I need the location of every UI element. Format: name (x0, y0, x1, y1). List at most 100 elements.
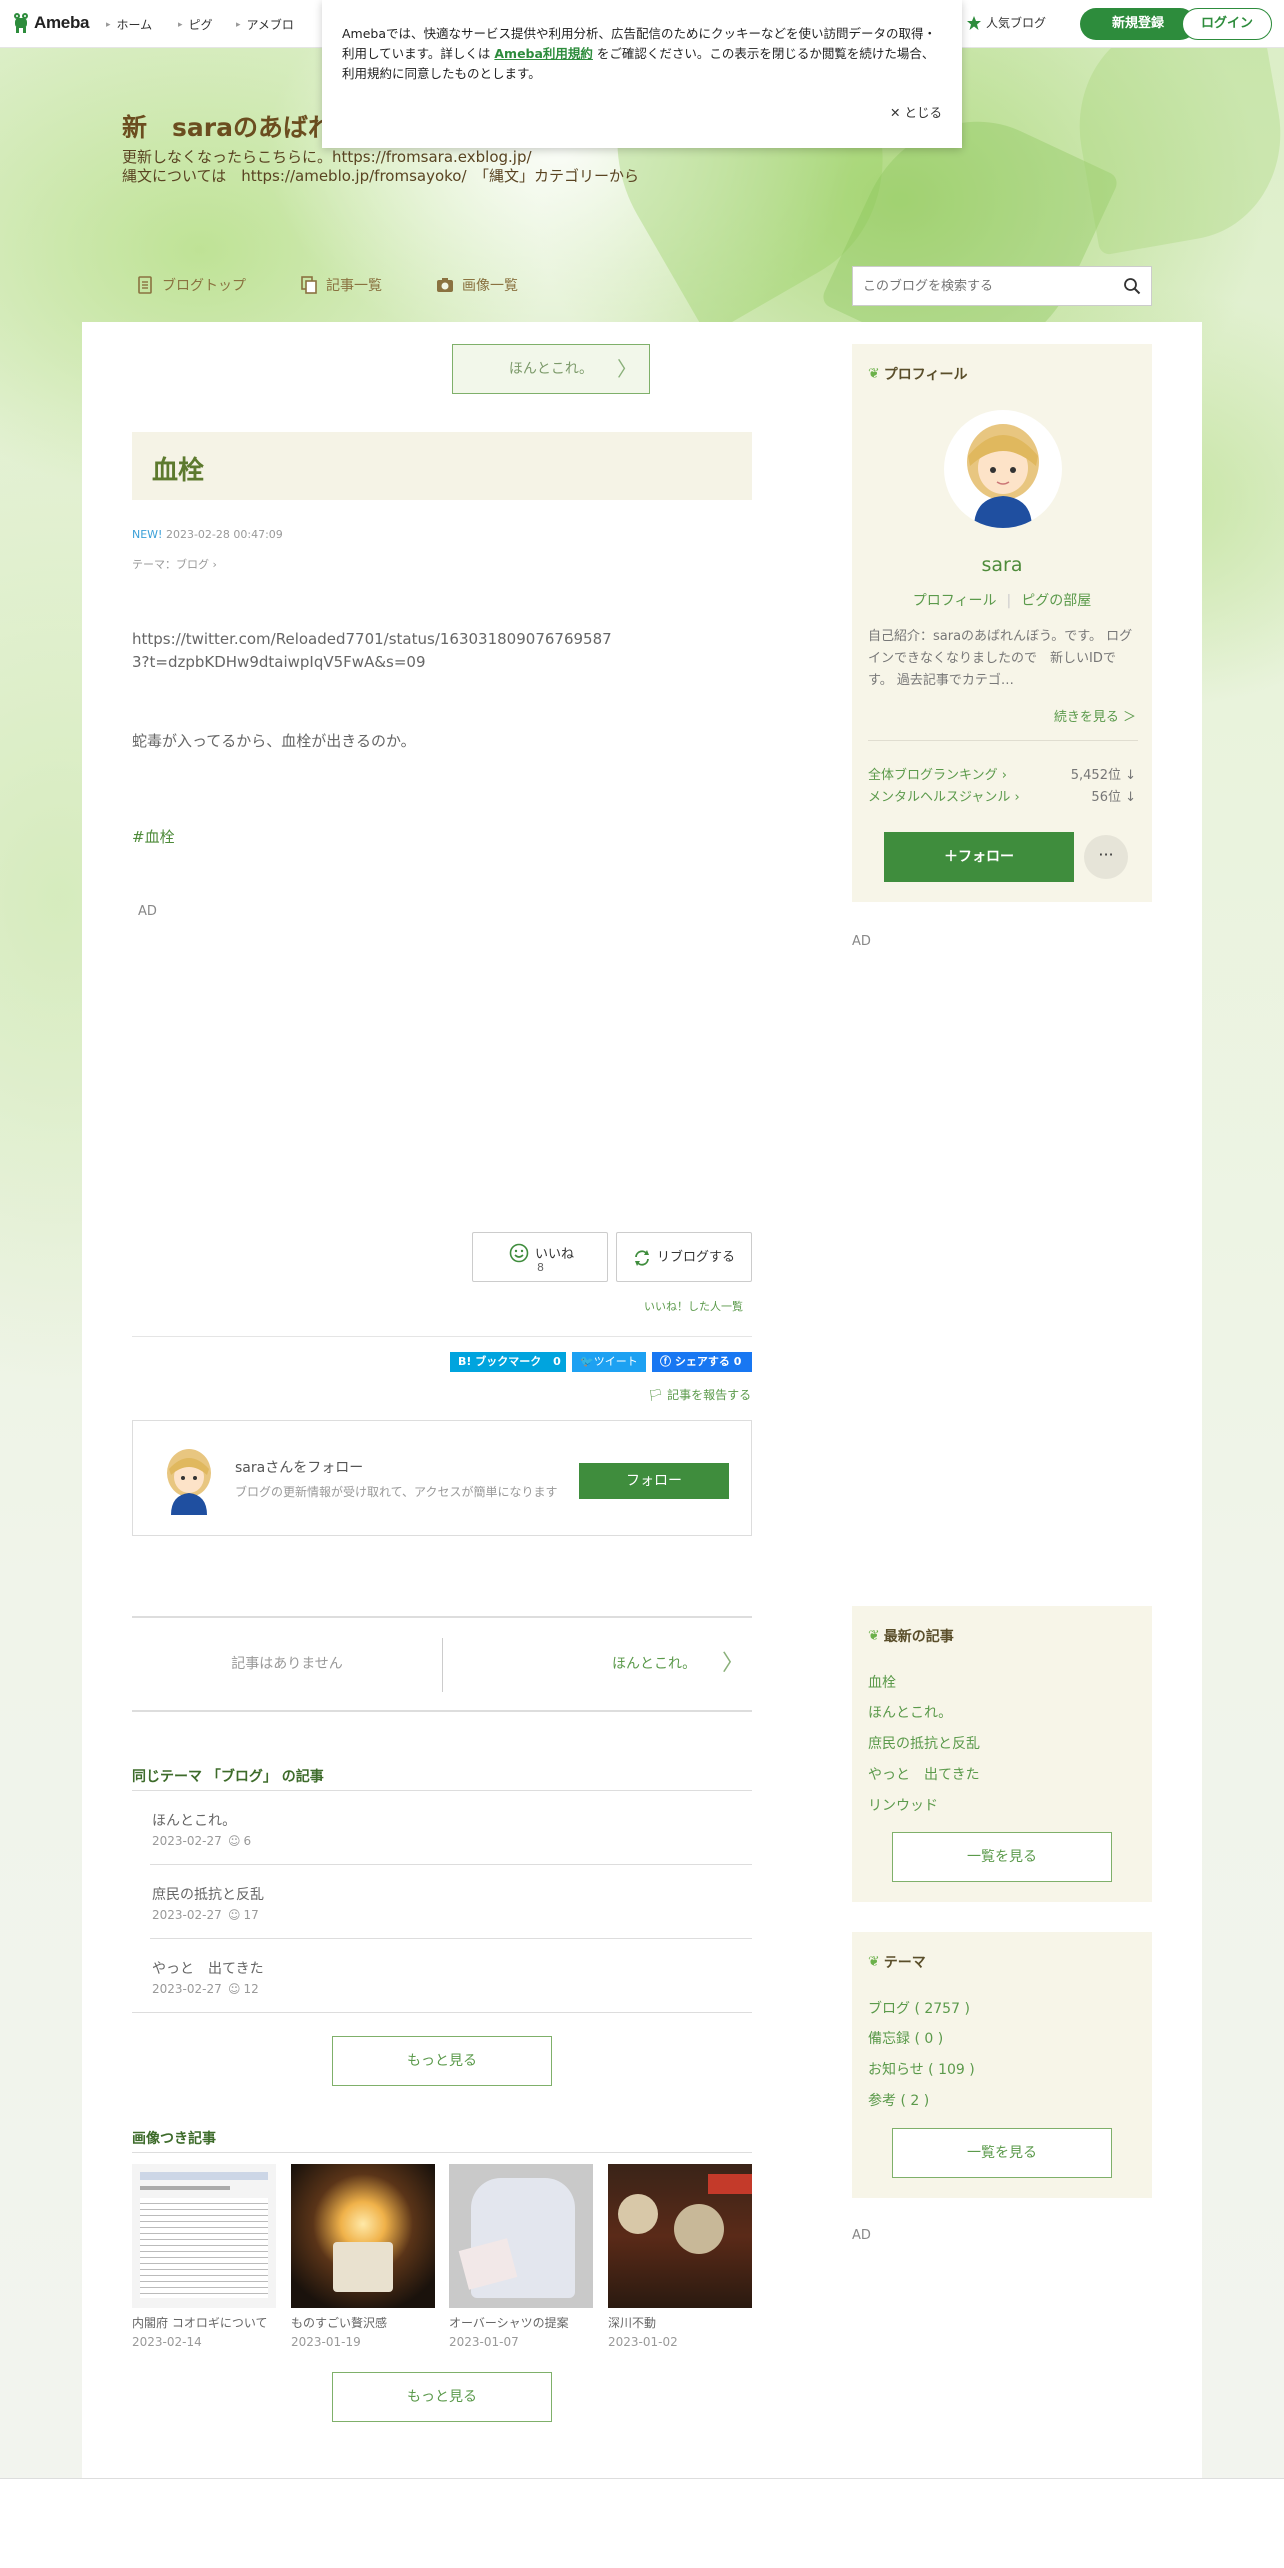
search-input[interactable] (853, 267, 1111, 305)
like-list-link[interactable]: いいね！した人一覧 (644, 1298, 743, 1314)
leaf-icon: ❦ (868, 1954, 880, 1970)
tweet-button[interactable]: 🐦ツイート (572, 1352, 646, 1372)
blog-description: 更新しなくなったらこちらに。https://fromsara.exblog.jp… (122, 148, 639, 186)
chevron-right-icon[interactable]: 〉 (722, 1618, 744, 1710)
image-list-link[interactable]: 画像一覧 (436, 275, 518, 295)
like-button[interactable]: いいね 8 (472, 1232, 608, 1282)
sidebar-follow-button[interactable]: ＋フォロー (884, 832, 1074, 882)
latest-article-link[interactable]: 庶民の抵抗と反乱 (868, 1733, 980, 1753)
article-body-text: 蛇毒が入ってるから、血栓が出きるのか。 (132, 732, 416, 750)
image-article-item[interactable]: 深川不動 2023-01-02 (608, 2164, 752, 2349)
item-date: 2023-02-14 (132, 2335, 202, 2349)
profile-links: プロフィール | ピグの部屋 (912, 593, 1092, 609)
article-title-box: 血栓 (132, 432, 752, 500)
ameba-logo[interactable]: Ameba (12, 12, 89, 34)
same-theme-heading: 同じテーマ 「ブログ」 の記事 (132, 1769, 324, 1785)
ameba-frog-icon (14, 13, 28, 33)
hatena-label: ブックマーク (475, 1355, 542, 1368)
blog-description-line: 更新しなくなったらこちらに。https://fromsara.exblog.jp… (122, 148, 532, 166)
footer (0, 2478, 1284, 2568)
hashtag-link[interactable]: #血栓 (132, 826, 175, 847)
theme-link[interactable]: ブログ › (176, 558, 217, 571)
theme-link[interactable]: お知らせ ( 109 ) (868, 2059, 975, 2079)
themes-heading: ❦ テーマ (868, 1952, 926, 1972)
ad-label: AD (852, 2228, 871, 2243)
item-date: 2023-01-07 (449, 2335, 519, 2349)
smile-icon: ☺ (228, 1908, 241, 1922)
more-menu-button[interactable]: ··· (1084, 835, 1128, 879)
popular-blogs-link[interactable]: 人気ブログ (966, 14, 1046, 31)
blog-description-line: 縄文については https://ameblo.jp/fromsayoko/ 「縄… (122, 167, 640, 185)
theme-link-label: ブログ (176, 558, 209, 571)
ad-label: AD (852, 934, 871, 949)
new-badge: NEW! (132, 528, 163, 541)
item-title: ほんとこれ。 (152, 1813, 237, 1829)
same-theme-more-button[interactable]: もっと見る (332, 2036, 552, 2086)
item-likes: ☺ 12 (228, 1982, 259, 1996)
latest-heading-label: 最新の記事 (883, 1629, 954, 1645)
login-button[interactable]: ログイン (1182, 8, 1272, 40)
nav-home[interactable]: ▸ ホーム (106, 16, 152, 33)
latest-article-link[interactable]: ほんとこれ。 (868, 1702, 952, 1722)
item-date: 2023-02-27 (152, 1982, 222, 1996)
prev-article-none: 記事はありません (231, 1656, 343, 1672)
cookie-close-button[interactable]: ✕ とじる (890, 102, 942, 121)
theme-link[interactable]: 参考 ( 2 ) (868, 2090, 929, 2110)
leaf-icon: ❦ (868, 366, 880, 382)
latest-more-button[interactable]: 一覧を見る (892, 1832, 1112, 1882)
latest-article-link[interactable]: 血栓 (868, 1672, 896, 1692)
latest-article-link[interactable]: やっと 出てきた (868, 1764, 980, 1784)
blog-top-label: ブログトップ (162, 278, 246, 294)
image-article-item[interactable]: ものすごい贅沢感 2023-01-19 (291, 2164, 435, 2349)
nav-ameblo[interactable]: ▸ アメブロ (236, 16, 294, 33)
follow-name: saraさんをフォロー (235, 1460, 364, 1476)
genre-ranking-value: 56位 ↓ (1091, 790, 1136, 805)
profile-more-link[interactable]: 続きを見る ＞ (1054, 706, 1136, 725)
overall-ranking-link[interactable]: 全体ブログランキング › (868, 764, 1007, 783)
image-articles-more-button[interactable]: もっと見る (332, 2372, 552, 2422)
image-article-item[interactable]: 内閣府 コオロギについて 2023-02-14 (132, 2164, 276, 2349)
article-body-url[interactable]: https://twitter.com/Reloaded7701/status/… (132, 628, 612, 674)
theme-link[interactable]: 備忘録 ( 0 ) (868, 2028, 943, 2048)
article-list-link[interactable]: 記事一覧 (300, 275, 382, 295)
pigg-room-link[interactable]: ピグの部屋 (1021, 593, 1091, 609)
smile-icon: ☺ (228, 1982, 241, 1996)
camera-icon (437, 278, 453, 292)
profile-avatar[interactable] (944, 410, 1062, 528)
cookie-notice: Amebaでは、快適なサービス提供や利用分析、広告配信のためにクッキーなどを使い… (322, 0, 962, 148)
article-list-label: 記事一覧 (326, 278, 382, 294)
item-likes: ☺ 6 (228, 1834, 251, 1848)
hatena-bookmark-button[interactable]: B! ブックマーク 0 (450, 1352, 566, 1372)
profile-name[interactable]: sara (852, 554, 1152, 576)
nav-pigg-label: ピグ (188, 18, 213, 32)
genre-ranking-link[interactable]: メンタルヘルスジャンル › (868, 786, 1020, 805)
divider (132, 2012, 752, 2013)
search-icon[interactable] (1123, 277, 1141, 295)
terms-link[interactable]: Ameba利用規約 (494, 46, 593, 61)
next-article-link[interactable]: ほんとこれ。 (612, 1618, 696, 1710)
latest-articles-box: ❦ 最新の記事 血栓 ほんとこれ。 庶民の抵抗と反乱 やっと 出てきた リンウッド… (852, 1606, 1152, 1902)
cookie-text: Amebaでは、快適なサービス提供や利用分析、広告配信のためにクッキーなどを使い… (342, 24, 942, 84)
follow-button[interactable]: フォロー (579, 1463, 729, 1499)
report-article-link[interactable]: 🏳 記事を報告する (648, 1386, 751, 1403)
avatar (967, 424, 1039, 528)
theme-link[interactable]: ブログ ( 2757 ) (868, 1998, 970, 2018)
avatar (167, 1449, 211, 1515)
item-title: 深川不動 (608, 2316, 657, 2330)
item-title: 庶民の抵抗と反乱 (152, 1887, 264, 1903)
reblog-button[interactable]: リブログする (616, 1232, 752, 1282)
profile-box: ❦ プロフィール sara プロフィール | ピグの部屋 自己紹介：saraのあばれん… (852, 344, 1152, 902)
themes-more-button[interactable]: 一覧を見る (892, 2128, 1112, 2178)
facebook-share-button[interactable]: ⓕ シェアする 0 (652, 1352, 752, 1372)
nav-pigg[interactable]: ▸ ピグ (178, 16, 213, 33)
profile-heading: ❦ プロフィール (868, 364, 967, 384)
signup-button[interactable]: 新規登録 (1080, 8, 1196, 40)
latest-article-link[interactable]: リンウッド (868, 1795, 938, 1815)
prev-article-label: ほんとこれ。 (508, 361, 594, 377)
prev-article-top-button[interactable]: ほんとこれ。 〉 (452, 344, 650, 394)
blog-title[interactable]: 新 saraのあばれ (122, 108, 333, 144)
blog-top-link[interactable]: ブログトップ (136, 275, 246, 295)
item-title: 内閣府 コオロギについて (132, 2316, 268, 2330)
image-article-item[interactable]: オーバーシャツの提案 2023-01-07 (449, 2164, 593, 2349)
profile-link[interactable]: プロフィール (913, 593, 997, 609)
